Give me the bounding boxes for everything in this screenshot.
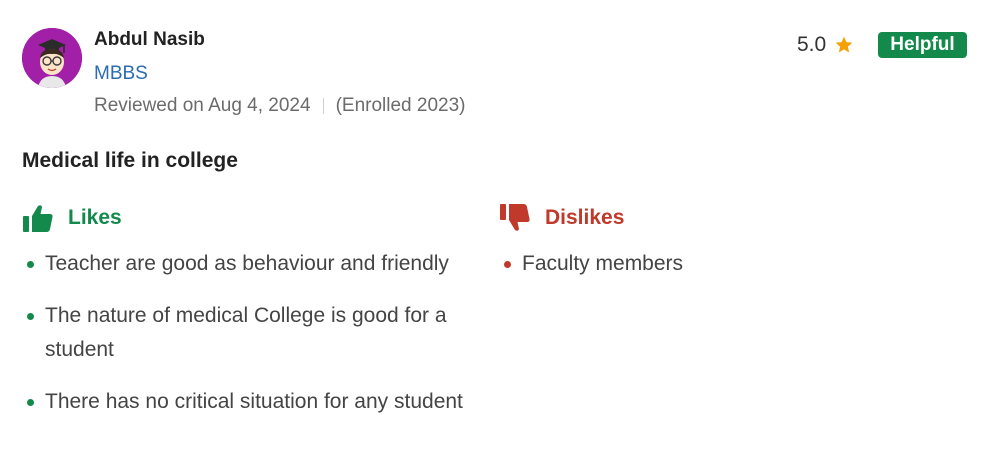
dislikes-header: Dislikes [499, 203, 624, 233]
bullet-dot [27, 261, 34, 268]
like-text: There has no critical situation for any … [45, 390, 463, 413]
review-title: Medical life in college [22, 149, 238, 172]
list-item: The nature of medical College is good fo… [22, 299, 492, 367]
dislike-text: Faculty members [522, 252, 684, 275]
bullet-dot [27, 313, 34, 320]
meta-divider [322, 98, 324, 114]
thumbs-down-icon [500, 204, 530, 231]
enrolled-year: (Enrolled 2023) [335, 95, 466, 116]
review-meta: Reviewed on Aug 4, 2024 (Enrolled 2023) [94, 95, 465, 117]
star-icon [835, 36, 853, 53]
rating: 5.0 [797, 33, 854, 57]
like-text: The nature of medical College is good fo… [45, 304, 447, 361]
graduate-avatar-icon [22, 28, 82, 88]
likes-label: Likes [68, 206, 122, 229]
list-item: There has no critical situation for any … [22, 385, 492, 419]
course-link[interactable]: MBBS [94, 63, 148, 85]
bullet-dot [504, 261, 511, 268]
likes-list: Teacher are good as behaviour and friend… [22, 247, 492, 437]
thumbs-up-icon [23, 205, 53, 232]
like-text: Teacher are good as behaviour and friend… [45, 252, 449, 275]
bullet-dot [27, 399, 34, 406]
reviewed-date: Reviewed on Aug 4, 2024 [94, 95, 311, 116]
dislikes-label: Dislikes [545, 206, 625, 229]
helpful-button[interactable]: Helpful [878, 32, 967, 58]
dislikes-list: Faculty members [499, 247, 959, 299]
avatar [22, 28, 82, 88]
list-item: Faculty members [499, 247, 959, 281]
likes-header: Likes [22, 203, 122, 233]
reviewer-name: Abdul Nasib [94, 29, 205, 50]
rating-value: 5.0 [797, 33, 827, 56]
list-item: Teacher are good as behaviour and friend… [22, 247, 492, 281]
